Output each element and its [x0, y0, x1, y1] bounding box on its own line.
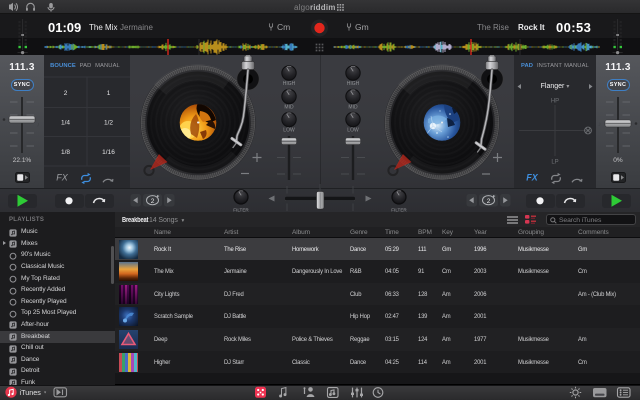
- svg-text:MID: MID: [348, 105, 358, 111]
- svg-text:FX: FX: [526, 173, 538, 183]
- svg-text:♪: ♪: [37, 122, 40, 129]
- svg-text:1/16: 1/16: [102, 149, 115, 156]
- svg-text:1/8: 1/8: [61, 149, 70, 156]
- svg-text:1/4: 1/4: [61, 120, 70, 127]
- svg-text:HIGH: HIGH: [347, 81, 360, 87]
- svg-text:2: 2: [64, 90, 68, 97]
- svg-text:1/2: 1/2: [104, 120, 113, 127]
- svg-text:FX: FX: [56, 173, 68, 183]
- svg-text:HP: HP: [551, 99, 559, 105]
- svg-text:LOW: LOW: [283, 128, 295, 134]
- svg-text:HIGH: HIGH: [283, 81, 296, 87]
- svg-text:1: 1: [107, 90, 111, 97]
- svg-text:MID: MID: [284, 105, 294, 111]
- svg-text:♪: ♪: [598, 121, 601, 128]
- svg-text:LOW: LOW: [347, 128, 359, 134]
- svg-text:LP: LP: [551, 160, 558, 166]
- svg-text:iTunes: iTunes: [20, 388, 42, 397]
